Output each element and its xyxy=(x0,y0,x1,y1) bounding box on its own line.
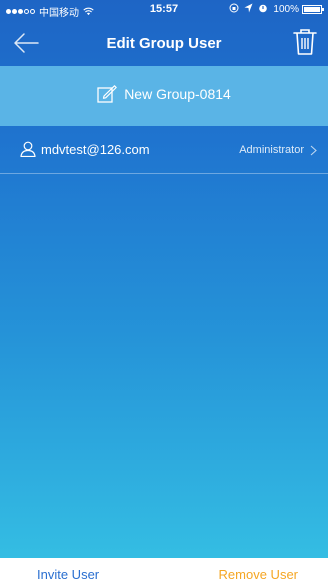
lock-rotation-icon xyxy=(229,3,239,16)
remove-user-button[interactable]: Remove User xyxy=(219,567,298,582)
status-bar: 中国移动 15:57 100% xyxy=(0,0,328,20)
battery-percent: 100% xyxy=(273,4,299,15)
user-row[interactable]: mdvtest@126.com Administrator xyxy=(0,126,328,174)
group-name: New Group-0814 xyxy=(124,86,231,102)
user-role: Administrator xyxy=(239,144,304,156)
user-icon xyxy=(20,141,36,157)
alarm-icon xyxy=(258,3,268,16)
status-right: 100% xyxy=(229,3,324,16)
battery-icon xyxy=(302,5,324,14)
edit-icon[interactable] xyxy=(97,85,117,103)
bottom-action-bar: Invite User Remove User xyxy=(0,558,328,583)
location-icon xyxy=(244,3,253,16)
invite-user-button[interactable]: Invite User xyxy=(37,567,99,582)
group-name-row: New Group-0814 xyxy=(0,85,328,103)
edit-group-user-screen: 中国移动 15:57 100% Edit Group User New Grou… xyxy=(0,0,328,583)
chevron-right-icon xyxy=(310,145,317,156)
page-title: Edit Group User xyxy=(106,35,222,52)
group-name-bar[interactable]: New Group-0814 xyxy=(0,66,328,126)
trash-icon[interactable] xyxy=(292,28,318,56)
nav-bar: Edit Group User xyxy=(0,20,328,66)
user-email: mdvtest@126.com xyxy=(41,142,150,157)
